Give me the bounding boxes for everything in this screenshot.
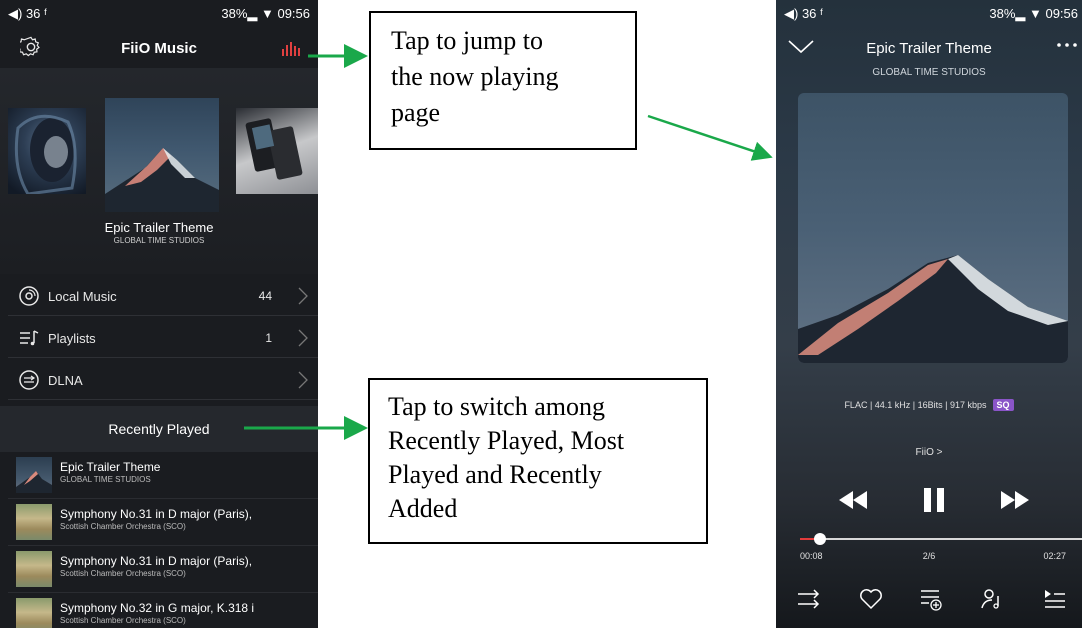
quality-badge: SQ bbox=[992, 399, 1014, 411]
callout-now-playing: Tap to jump to the now playing page bbox=[369, 11, 637, 150]
chevron-right-icon bbox=[298, 329, 308, 347]
track-title: Epic Trailer Theme bbox=[60, 460, 161, 474]
album-cover-mountain[interactable] bbox=[105, 98, 219, 212]
callout-recently-played: Tap to switch among Recently Played, Mos… bbox=[368, 378, 708, 544]
track-subtitle: Scottish Chamber Orchestra (SCO) bbox=[60, 522, 186, 531]
play-order-icon[interactable] bbox=[796, 586, 822, 612]
app-header: FiiO Music bbox=[0, 26, 318, 68]
album-carousel[interactable]: Epic Trailer Theme GLOBAL TIME STUDIOS bbox=[0, 68, 318, 274]
pause-icon[interactable] bbox=[918, 484, 950, 516]
track-subtitle: Scottish Chamber Orchestra (SCO) bbox=[60, 569, 186, 578]
menu-item-dlna[interactable]: DLNA bbox=[8, 358, 318, 400]
status-right: 38%▂ ▼ 09:56 bbox=[221, 6, 310, 21]
source-link[interactable]: FiiO > bbox=[776, 447, 1082, 458]
menu-label: Playlists bbox=[48, 331, 96, 346]
dlna-icon bbox=[19, 370, 39, 390]
track-thumbnail bbox=[16, 457, 52, 493]
equalizer-bars-icon[interactable] bbox=[282, 42, 302, 56]
heart-icon[interactable] bbox=[858, 586, 884, 612]
now-playing-artist: GLOBAL TIME STUDIOS bbox=[872, 67, 986, 78]
chevron-right-icon bbox=[298, 371, 308, 389]
track-title: Symphony No.32 in G major, K.318 i bbox=[60, 601, 255, 615]
recently-played-label: Recently Played bbox=[108, 421, 210, 437]
track-subtitle: GLOBAL TIME STUDIOS bbox=[60, 475, 151, 484]
menu-label: Local Music bbox=[48, 289, 117, 304]
library-menu: Local Music 44 Playlists 1 DLNA bbox=[8, 274, 318, 400]
list-item[interactable]: Epic Trailer Theme GLOBAL TIME STUDIOS bbox=[8, 452, 318, 499]
previous-track-icon[interactable] bbox=[836, 489, 870, 511]
arrow-to-now-playing-page bbox=[647, 114, 773, 161]
track-thumbnail bbox=[16, 551, 52, 587]
track-title: Symphony No.31 in D major (Paris), bbox=[60, 554, 253, 568]
chevron-right-icon bbox=[298, 287, 308, 305]
add-to-playlist-icon[interactable] bbox=[918, 586, 944, 612]
menu-count: 44 bbox=[258, 289, 272, 303]
menu-count: 1 bbox=[265, 331, 272, 345]
status-left: ◀) 36 ᶠ bbox=[8, 6, 47, 21]
status-bar: ◀) 36 ᶠ 38%▂ ▼ 09:56 bbox=[0, 0, 318, 26]
callout-line: Tap to switch among bbox=[388, 392, 605, 421]
track-subtitle: Scottish Chamber Orchestra (SCO) bbox=[60, 616, 186, 625]
next-track-icon[interactable] bbox=[998, 489, 1032, 511]
more-options-icon[interactable] bbox=[1055, 38, 1079, 52]
now-playing-title: Epic Trailer Theme bbox=[866, 40, 992, 57]
queue-icon[interactable] bbox=[1042, 586, 1068, 612]
album-cover-portrait[interactable] bbox=[8, 108, 86, 194]
carousel-artist: GLOBAL TIME STUDIOS bbox=[113, 236, 205, 245]
callout-line: page bbox=[391, 98, 441, 127]
carousel-title: Epic Trailer Theme bbox=[104, 220, 214, 235]
menu-item-local-music[interactable]: Local Music 44 bbox=[8, 274, 318, 316]
status-left: ◀) 36 ᶠ bbox=[784, 6, 823, 21]
disc-icon bbox=[19, 286, 39, 306]
track-index: 2/6 bbox=[922, 551, 936, 561]
recently-played-toggle[interactable]: Recently Played bbox=[0, 406, 318, 452]
callout-line: the now playing bbox=[391, 62, 559, 91]
now-playing-album-art[interactable] bbox=[798, 93, 1068, 363]
track-thumbnail bbox=[16, 598, 52, 628]
format-text: FLAC | 44.1 kHz | 16Bits | 917 kbps bbox=[844, 400, 987, 410]
album-cover-device[interactable] bbox=[236, 108, 318, 194]
status-right: 38%▂ ▼ 09:56 bbox=[989, 6, 1078, 21]
now-playing-screen: ◀) 36 ᶠ 38%▂ ▼ 09:56 Epic Trailer Theme … bbox=[776, 0, 1082, 628]
list-item[interactable]: Symphony No.31 in D major (Paris), Scott… bbox=[8, 546, 318, 593]
progress-track[interactable] bbox=[800, 538, 1082, 540]
callout-line: Tap to jump to bbox=[391, 26, 544, 55]
audio-format-info: FLAC | 44.1 kHz | 16Bits | 917 kbps SQ bbox=[776, 399, 1082, 411]
track-title: Symphony No.31 in D major (Paris), bbox=[60, 507, 253, 521]
menu-item-playlists[interactable]: Playlists 1 bbox=[8, 316, 318, 358]
progress-knob[interactable] bbox=[814, 533, 826, 545]
playlist-icon bbox=[20, 330, 39, 346]
callout-line: Played and Recently bbox=[388, 460, 602, 489]
callout-line: Added bbox=[388, 494, 458, 523]
status-bar: ◀) 36 ᶠ 38%▂ ▼ 09:56 bbox=[776, 0, 1082, 26]
recent-tracks-list: Epic Trailer Theme GLOBAL TIME STUDIOS S… bbox=[8, 452, 318, 628]
list-item[interactable]: Symphony No.32 in G major, K.318 i Scott… bbox=[8, 593, 318, 628]
artist-music-icon[interactable] bbox=[980, 586, 1006, 612]
callout-line: Recently Played, Most bbox=[388, 426, 625, 455]
list-item[interactable]: Symphony No.31 in D major (Paris), Scott… bbox=[8, 499, 318, 546]
track-thumbnail bbox=[16, 504, 52, 540]
time-total: 02:27 bbox=[1043, 551, 1066, 561]
app-title: FiiO Music bbox=[121, 40, 197, 57]
fiio-music-home-screen: ◀) 36 ᶠ 38%▂ ▼ 09:56 FiiO Music Epic Tra… bbox=[0, 0, 318, 628]
menu-label: DLNA bbox=[48, 373, 83, 388]
